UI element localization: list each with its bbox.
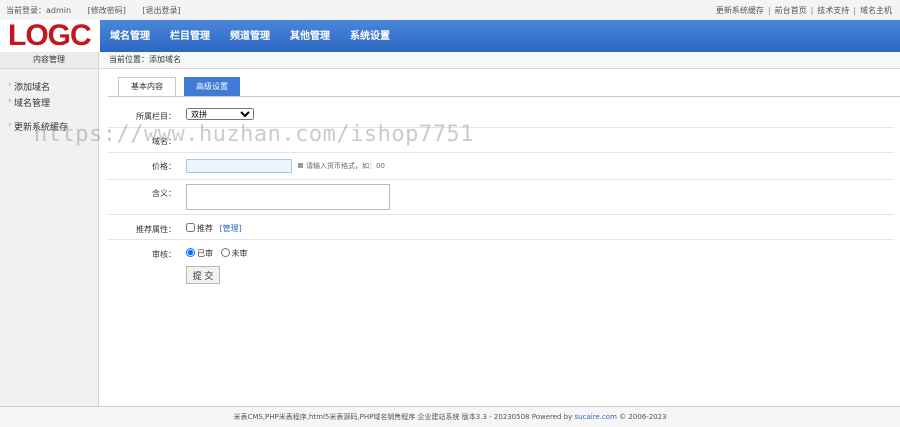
frontend-home-link[interactable]: 前台首页 (775, 6, 807, 15)
login-prefix: 当前登录： (6, 6, 46, 15)
sidebar-title: 内容管理 (0, 52, 98, 69)
breadcrumb: 当前位置：添加域名 (99, 52, 900, 69)
divider: | (810, 6, 814, 15)
main-nav: 域名管理 栏目管理 频道管理 其他管理 系统设置 (100, 20, 400, 52)
update-cache-link[interactable]: 更新系统缓存 (716, 6, 764, 15)
submit-button[interactable]: 提 交 (186, 266, 220, 284)
domain-host-link[interactable]: 域名主机 (860, 6, 892, 15)
recommend-checkbox[interactable] (186, 223, 195, 232)
footer-brand-link[interactable]: sucaire.com (575, 413, 617, 421)
sidebar: 内容管理 添加域名 域名管理 更新系统缓存 (0, 52, 99, 406)
recommend-manage-link[interactable]: [管理] (220, 224, 242, 233)
price-label: 价格： (152, 162, 176, 171)
category-label: 所属栏目： (136, 112, 176, 121)
top-bar: 当前登录：admin [修改密码] [退出登录] 更新系统缓存 | 前台首页 | 技术支… (0, 0, 900, 21)
category-row: 所属栏目： 双拼 (108, 97, 894, 128)
price-input[interactable] (186, 159, 292, 173)
nav-other-management[interactable]: 其他管理 (280, 20, 340, 52)
footer-copyright: © 2006-2023 (619, 413, 667, 421)
nav-channel-management[interactable]: 频道管理 (220, 20, 280, 52)
recommend-label: 推荐属性： (136, 225, 176, 234)
meaning-row: 含义： (108, 180, 894, 215)
meaning-label: 含义： (152, 189, 176, 198)
tab-bar: 基本内容 高级设置 (118, 77, 248, 97)
price-hint-text: 请输入货币格式，如：00 (306, 162, 385, 170)
nav-category-management[interactable]: 栏目管理 (160, 20, 220, 52)
logo: LOGC (0, 19, 100, 52)
audit-approved-label: 已审 (197, 249, 213, 258)
breadcrumb-label: 当前位置： (109, 55, 149, 64)
sidebar-item-domain-management[interactable]: 域名管理 (8, 96, 50, 109)
footer-text: 米表CMS,PHP米表程序,html5米表源码,PHP域名销售程序 企业建站系统… (233, 413, 573, 421)
recommend-option-label: 推荐 (197, 224, 213, 233)
breadcrumb-current: 添加域名 (149, 55, 181, 64)
top-links: 更新系统缓存 | 前台首页 | 技术支持 | 域名主机 (716, 5, 892, 16)
domain-label: 域名： (152, 137, 176, 146)
info-icon (298, 163, 303, 168)
username: admin (46, 6, 72, 15)
sidebar-item-update-cache[interactable]: 更新系统缓存 (8, 120, 68, 133)
audit-row: 审核： 已审 未审 (108, 240, 894, 264)
divider: | (853, 6, 856, 15)
divider: | (767, 6, 771, 15)
audit-pending-label: 未审 (231, 249, 248, 258)
audit-approved-radio[interactable] (186, 248, 195, 257)
login-info: 当前登录：admin [修改密码] [退出登录] (6, 5, 195, 16)
logo-text: LOGC (8, 19, 92, 52)
audit-pending-radio[interactable] (220, 248, 230, 257)
logout-link[interactable]: [退出登录] (142, 6, 180, 15)
add-domain-form: 所属栏目： 双拼 域名： 价格： 请输入货币格式，如：00 含义： 推荐属性： … (108, 97, 894, 264)
price-hint: 请输入货币格式，如：00 (298, 161, 385, 171)
nav-system-settings[interactable]: 系统设置 (340, 20, 400, 52)
audit-label: 审核： (152, 250, 176, 259)
change-password-link[interactable]: [修改密码] (88, 6, 126, 15)
sidebar-item-add-domain[interactable]: 添加域名 (8, 80, 50, 93)
tab-advanced-settings[interactable]: 高级设置 (184, 77, 240, 96)
footer: 米表CMS,PHP米表程序,html5米表源码,PHP域名销售程序 企业建站系统… (0, 406, 900, 427)
price-row: 价格： 请输入货币格式，如：00 (108, 153, 894, 180)
recommend-row: 推荐属性： 推荐 [管理] (108, 215, 894, 240)
category-select[interactable]: 双拼 (186, 108, 254, 120)
tab-basic-content[interactable]: 基本内容 (118, 77, 176, 97)
meaning-textarea[interactable] (186, 184, 390, 210)
tech-support-link[interactable]: 技术支持 (817, 6, 849, 15)
domain-row: 域名： (108, 128, 894, 153)
nav-domain-management[interactable]: 域名管理 (100, 20, 160, 52)
